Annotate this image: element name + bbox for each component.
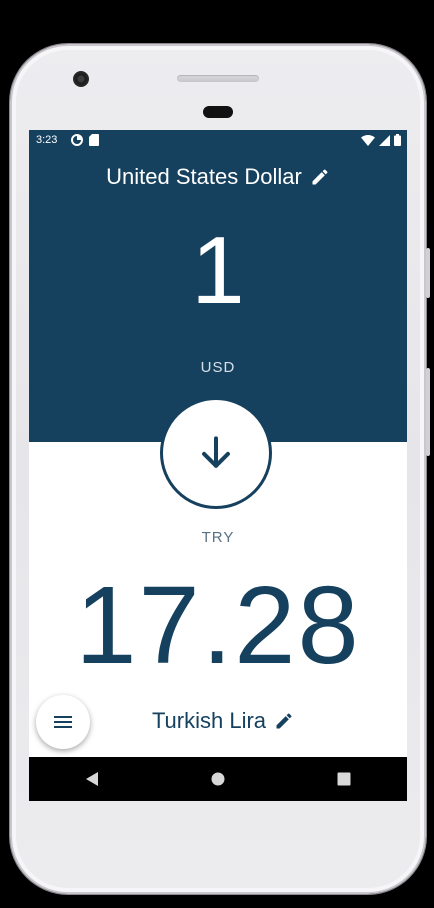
to-amount: 17.28 — [75, 564, 361, 687]
system-nav-bar — [29, 757, 407, 801]
wifi-icon — [361, 134, 375, 146]
volume-button — [426, 368, 430, 456]
menu-button[interactable] — [36, 695, 90, 749]
sd-card-icon — [89, 134, 99, 146]
arrow-down-icon — [202, 436, 230, 468]
status-time: 3:23 — [36, 134, 58, 146]
front-camera — [73, 71, 89, 87]
from-currency-panel: 3:23 United States Dollar 1 USD — [29, 130, 407, 442]
nav-recents-button[interactable] — [314, 757, 374, 801]
to-currency-code: TRY — [201, 529, 235, 546]
battery-icon — [394, 134, 401, 146]
from-currency-code: USD — [200, 359, 236, 376]
swap-button[interactable] — [160, 397, 272, 509]
signal-icon — [379, 134, 390, 146]
recents-square-icon — [337, 772, 351, 786]
power-button — [426, 248, 430, 298]
from-currency-selector[interactable]: United States Dollar — [29, 164, 407, 190]
from-amount[interactable]: 1 — [29, 216, 407, 326]
hamburger-menu-icon — [54, 716, 72, 728]
nav-back-button[interactable] — [62, 757, 122, 801]
app-screen: 3:23 United States Dollar 1 USD TRY 17.2… — [29, 130, 407, 801]
top-speaker — [177, 75, 259, 82]
data-saver-icon — [71, 134, 83, 146]
back-triangle-icon — [86, 772, 98, 786]
status-bar: 3:23 — [29, 130, 407, 150]
pencil-icon[interactable] — [274, 711, 294, 731]
home-circle-icon — [211, 772, 225, 786]
pencil-icon[interactable] — [310, 167, 330, 187]
nav-home-button[interactable] — [188, 757, 248, 801]
from-currency-name: United States Dollar — [106, 164, 302, 189]
to-currency-name: Turkish Lira — [151, 708, 267, 733]
earpiece — [203, 106, 233, 118]
